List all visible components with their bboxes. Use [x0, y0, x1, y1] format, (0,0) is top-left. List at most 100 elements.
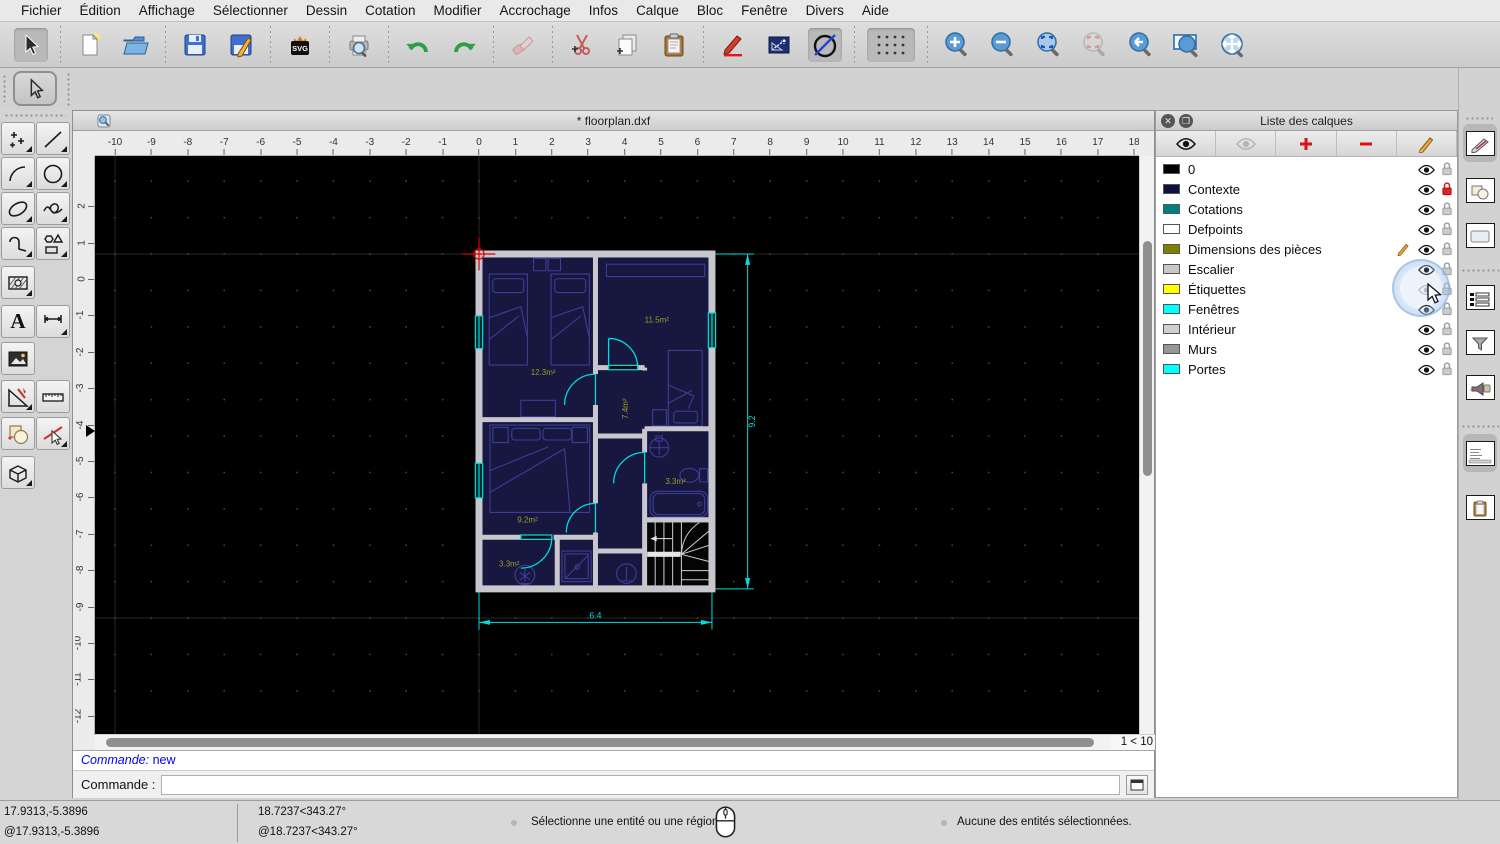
layer-row[interactable]: Contexte	[1156, 179, 1457, 199]
zoom-auto-button[interactable]	[1032, 28, 1066, 62]
remove-layer-button[interactable]	[1336, 131, 1397, 156]
dock-filter-widget-icon[interactable]	[1463, 323, 1497, 361]
menu-item[interactable]: Fenêtre	[732, 3, 797, 18]
menu-item[interactable]: Bloc	[688, 3, 732, 18]
hatch-tool-button[interactable]	[1, 266, 35, 299]
drawing-window-titlebar[interactable]: * floorplan.dxf	[73, 111, 1154, 131]
grid-toggle-button[interactable]	[867, 27, 915, 62]
zoom-out-button[interactable]	[986, 28, 1020, 62]
dock-library-widget-icon[interactable]	[1463, 216, 1497, 254]
print-preview-button[interactable]	[342, 28, 376, 62]
layer-lock-icon[interactable]	[1441, 301, 1453, 321]
dock-layer-list-widget-icon[interactable]	[1463, 278, 1497, 316]
open-file-button[interactable]	[119, 28, 153, 62]
layer-lock-icon[interactable]	[1441, 201, 1453, 221]
svg-export-button[interactable]: SVG	[283, 28, 317, 62]
undo-button[interactable]	[401, 28, 435, 62]
layer-lock-icon[interactable]	[1441, 361, 1453, 381]
zoom-window-button[interactable]	[1170, 28, 1204, 62]
menu-item[interactable]: Calque	[627, 3, 688, 18]
menu-item[interactable]: Accrochage	[490, 3, 579, 18]
layer-lock-icon[interactable]	[1441, 181, 1453, 201]
layer-row[interactable]: Murs	[1156, 339, 1457, 359]
layer-row[interactable]: Portes	[1156, 359, 1457, 379]
arc-tool-button[interactable]	[1, 157, 35, 190]
menu-item[interactable]: Fichier	[12, 3, 71, 18]
horizontal-scrollbar[interactable]	[95, 734, 1111, 750]
measure-tool-button[interactable]	[36, 380, 70, 413]
spline-tool-button[interactable]	[36, 192, 70, 225]
points-tool-button[interactable]	[1, 122, 35, 155]
dimension-tool-button[interactable]	[36, 305, 70, 338]
menu-item[interactable]: Infos	[580, 3, 627, 18]
layer-lock-icon[interactable]	[1441, 161, 1453, 181]
zoom-previous-button[interactable]	[1124, 28, 1158, 62]
hide-all-layers-eye-icon[interactable]	[1216, 131, 1277, 156]
horizontal-scrollbar-thumb[interactable]	[106, 738, 1094, 747]
menu-item[interactable]: Divers	[797, 3, 853, 18]
command-options-button[interactable]	[1126, 774, 1148, 795]
menu-item[interactable]: Cotation	[356, 3, 424, 18]
solid-3d-tool-button[interactable]	[1, 456, 35, 489]
pen-attributes-button[interactable]	[716, 28, 750, 62]
layer-row[interactable]: Fenêtres	[1156, 299, 1457, 319]
menu-item[interactable]: Édition	[71, 3, 130, 18]
deselect-tool-button[interactable]	[36, 417, 70, 450]
delete-eraser-button[interactable]	[506, 28, 540, 62]
modify-tool-button[interactable]	[1, 380, 35, 413]
new-document-button[interactable]	[73, 28, 107, 62]
paste-button[interactable]	[657, 28, 691, 62]
show-all-layers-eye-icon[interactable]	[1156, 131, 1217, 156]
menu-item[interactable]: Sélectionner	[204, 3, 297, 18]
layer-row[interactable]: Dimensions des pièces	[1156, 239, 1457, 259]
menu-item[interactable]: Aide	[853, 3, 898, 18]
text-tool-button[interactable]: A	[1, 305, 35, 338]
zoom-selected-button[interactable]	[1078, 28, 1112, 62]
layer-lock-icon[interactable]	[1441, 281, 1453, 301]
vertical-scrollbar[interactable]	[1139, 156, 1154, 734]
save-as-button[interactable]	[224, 28, 258, 62]
menu-item[interactable]: Dessin	[297, 3, 356, 18]
circle-tool-button[interactable]	[36, 157, 70, 190]
redo-button[interactable]	[447, 28, 481, 62]
layer-row[interactable]: Intérieur	[1156, 319, 1457, 339]
vertical-scrollbar-thumb[interactable]	[1143, 241, 1152, 476]
layer-row[interactable]: Defpoints	[1156, 219, 1457, 239]
properties-button[interactable]	[762, 28, 796, 62]
line-tool-button[interactable]	[36, 122, 70, 155]
drawing-canvas[interactable]: 12.3m² 11.5m² 7.4m² 3.3m² 9.2m² 3.3m²	[95, 156, 1139, 734]
dock-coordinates-widget-icon[interactable]	[1463, 434, 1497, 472]
layer-visibility-eye-icon[interactable]	[1418, 363, 1435, 381]
save-button[interactable]	[178, 28, 212, 62]
tool-options-select-button[interactable]	[13, 71, 57, 106]
layer-lock-icon[interactable]	[1441, 221, 1453, 241]
dock-pen-widget-icon[interactable]	[1463, 124, 1497, 162]
copy-button[interactable]	[611, 28, 645, 62]
layer-lock-icon[interactable]	[1441, 321, 1453, 341]
layer-row[interactable]: Étiquettes	[1156, 279, 1457, 299]
dock-block-widget-icon[interactable]	[1463, 171, 1497, 209]
layer-row[interactable]: 0	[1156, 159, 1457, 179]
command-input[interactable]	[161, 774, 1120, 795]
layer-lock-icon[interactable]	[1441, 261, 1453, 281]
add-layer-button[interactable]	[1276, 131, 1337, 156]
block-tool-button[interactable]	[1, 417, 35, 450]
menu-item[interactable]: Modifier	[424, 3, 490, 18]
image-tool-button[interactable]	[1, 342, 35, 375]
pan-view-button[interactable]	[1216, 28, 1250, 62]
layer-lock-icon[interactable]	[1441, 341, 1453, 361]
layer-lock-icon[interactable]	[1441, 241, 1453, 261]
dock-plugin-widget-icon[interactable]	[1463, 368, 1497, 406]
polygon-tool-button[interactable]	[36, 227, 70, 260]
edit-layer-button[interactable]	[1396, 131, 1458, 156]
dock-clipboard-widget-icon[interactable]	[1463, 488, 1497, 526]
layer-row[interactable]: Cotations	[1156, 199, 1457, 219]
ellipse-tool-button[interactable]	[1, 192, 35, 225]
polyline-tool-button[interactable]	[1, 227, 35, 260]
cut-button[interactable]	[565, 28, 599, 62]
layers-panel-titlebar[interactable]: ✕ ❐ Liste des calques	[1156, 111, 1457, 131]
zoom-in-button[interactable]	[940, 28, 974, 62]
layer-row[interactable]: Escalier	[1156, 259, 1457, 279]
draft-mode-button[interactable]	[808, 27, 842, 62]
menu-item[interactable]: Affichage	[130, 3, 204, 18]
